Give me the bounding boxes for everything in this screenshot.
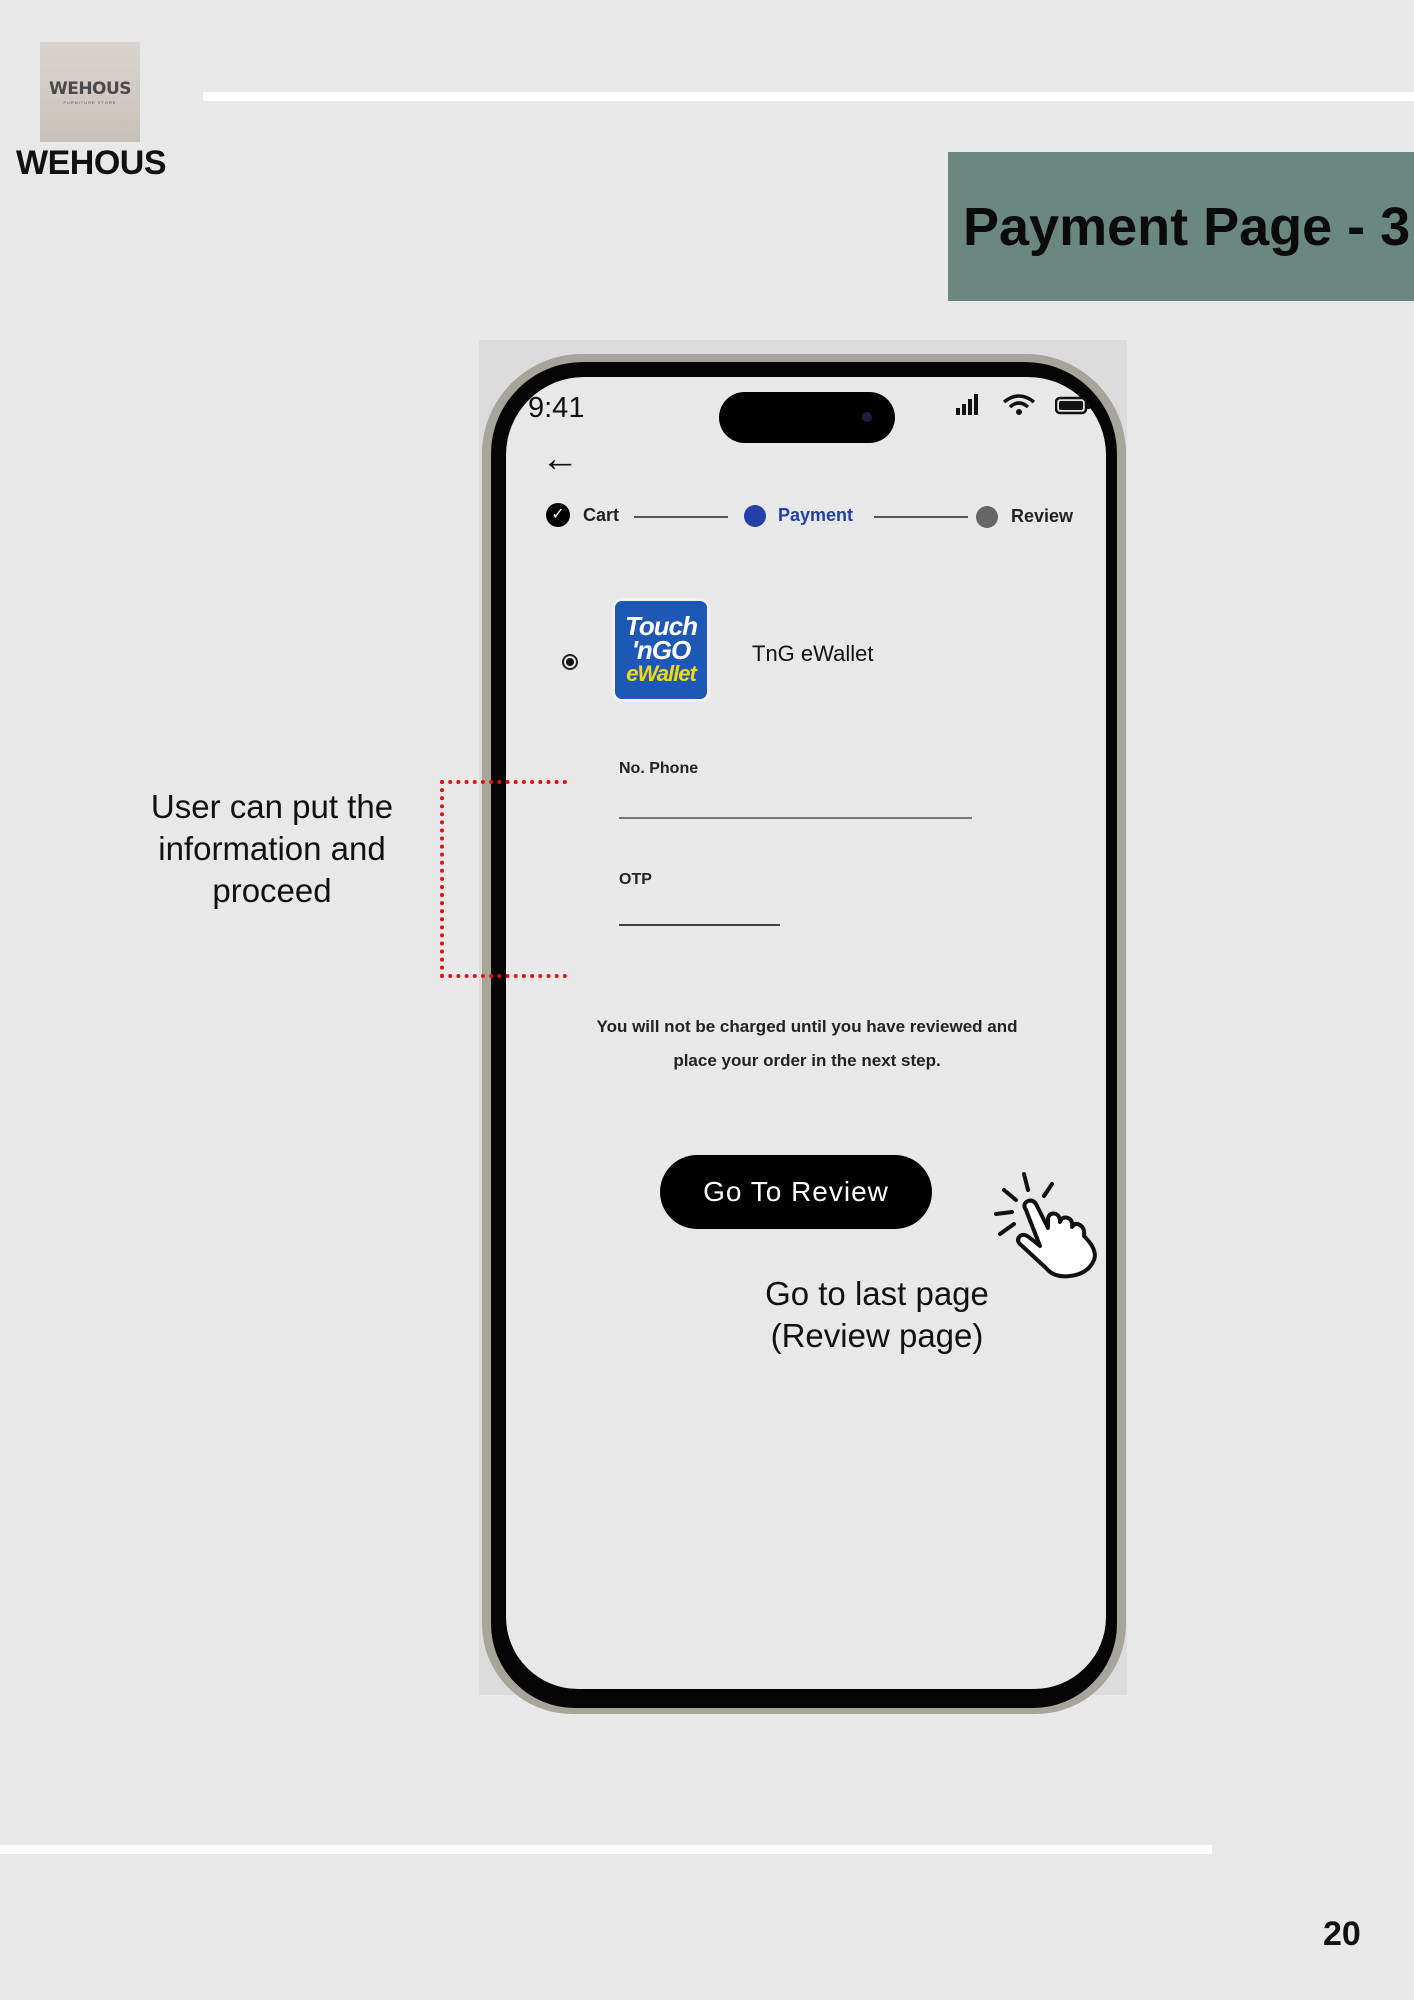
tng-ewallet-logo: Touch 'nGO eWallet [612,598,710,702]
brand-name: WEHOUS [16,144,167,182]
highlight-bracket [440,780,567,978]
step-cart[interactable]: Cart [583,505,619,526]
logo-wordmark: WEHOUS [48,79,132,99]
step-payment[interactable]: Payment [778,505,853,526]
page-number: 20 [1323,1915,1361,1953]
callout-go-review: Go to last page (Review page) [765,1275,989,1354]
bottom-divider [0,1845,1212,1854]
page-title: Payment Page - 3 [963,196,1411,257]
charge-notice: You will not be charged until you have r… [596,1017,1018,1070]
step-review[interactable]: Review [1011,506,1073,527]
callout-enter-info: User can put the information and proceed [150,788,394,909]
logo-subtext: FURNITURE STORE [63,100,117,105]
otp-field[interactable] [619,924,780,926]
step-connector [874,516,968,518]
title-banner: Payment Page - 3 [948,152,1414,301]
logo-text: 'nGO [631,635,692,665]
status-time: 9:41 [528,392,585,424]
phone-field-label: No. Phone [619,760,699,777]
logo-text: eWallet [626,661,697,686]
step-connector [634,516,728,518]
battery-icon [1055,396,1090,415]
payment-method-label[interactable]: TnG eWallet [752,641,873,667]
top-divider [203,92,1414,101]
phone-field[interactable] [619,817,972,819]
step-upcoming-dot [976,506,998,528]
signal-icon [956,394,978,415]
hand-pointer-icon [994,1172,1097,1279]
back-arrow-icon[interactable]: ← [541,440,579,478]
camera-dot [862,412,872,422]
brand-logo: WEHOUS FURNITURE STORE [40,42,140,142]
step-active-dot [744,505,766,527]
check-icon: ✓ [546,503,570,527]
payment-method-radio[interactable] [562,654,578,670]
wifi-icon [1002,394,1036,415]
otp-field-label: OTP [619,871,652,888]
go-to-review-button[interactable]: Go To Review [660,1155,932,1229]
